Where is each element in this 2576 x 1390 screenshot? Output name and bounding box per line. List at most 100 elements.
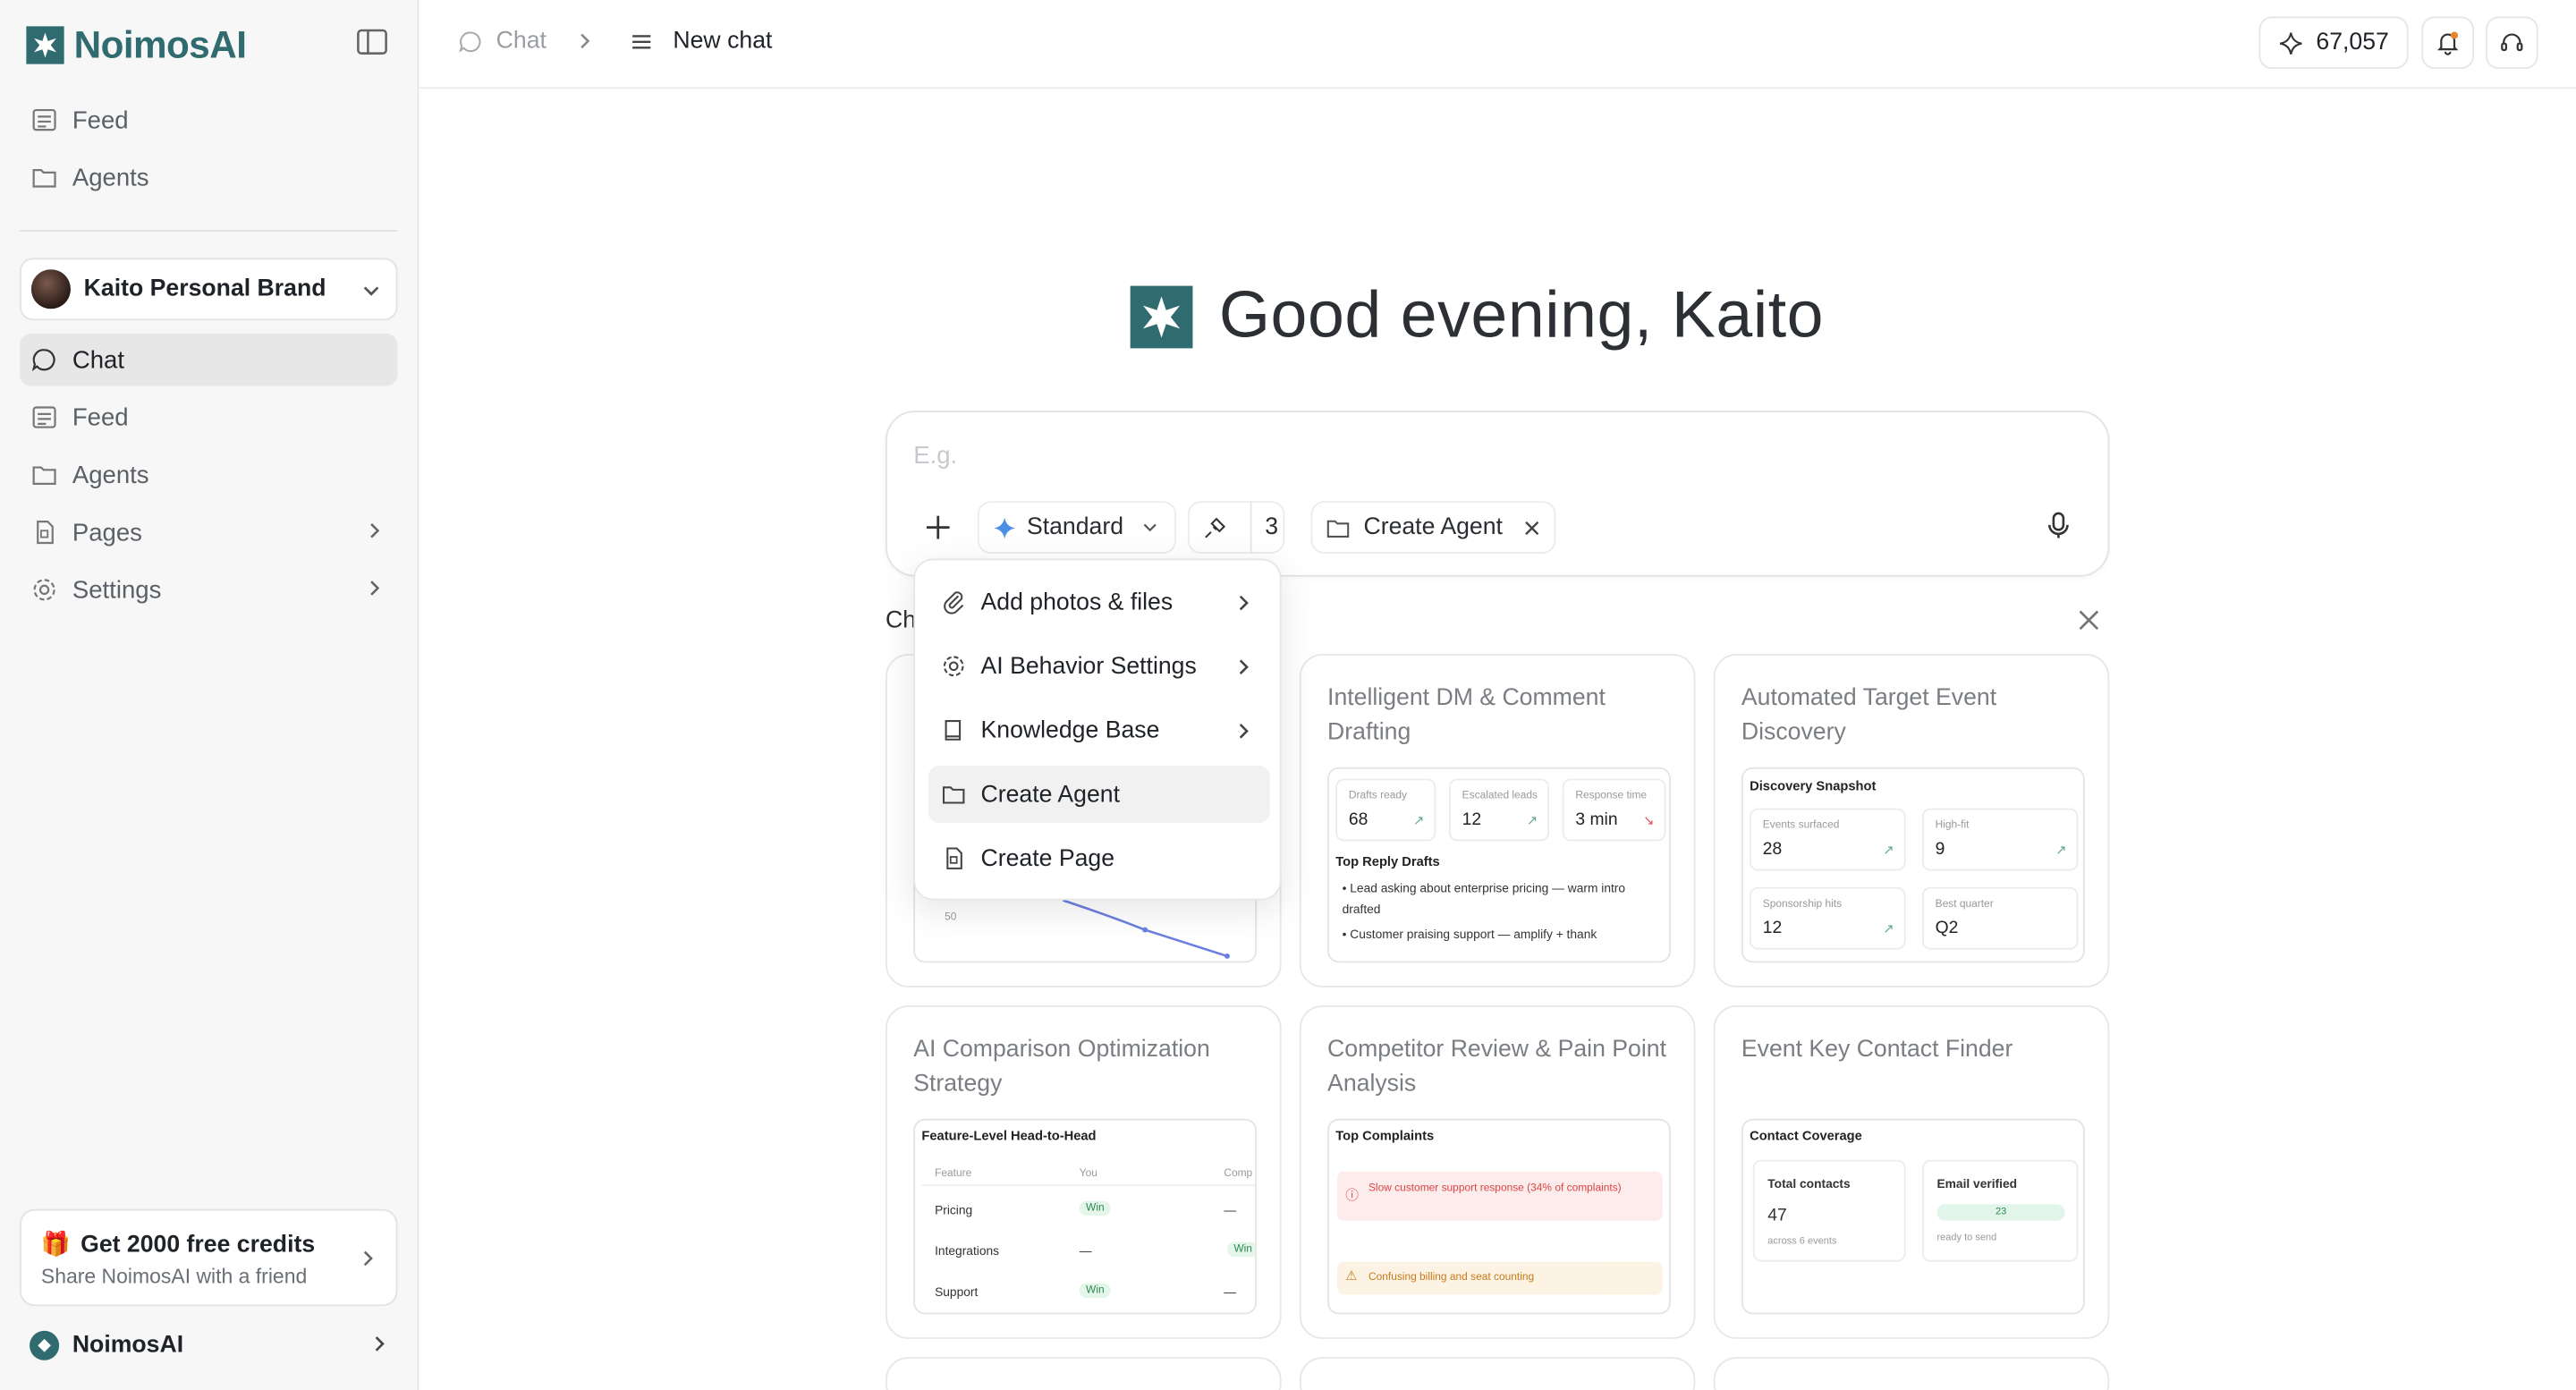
win-badge: Win bbox=[1079, 1200, 1111, 1216]
credits-button[interactable]: 67,057 bbox=[2258, 16, 2409, 70]
close-icon[interactable] bbox=[1522, 518, 1540, 536]
promo-card[interactable]: 🎁 Get 2000 free credits Share NoimosAI wi… bbox=[20, 1208, 398, 1307]
sidebar-item-agents[interactable]: Agents bbox=[20, 448, 397, 501]
sidebar-toggle-icon[interactable] bbox=[357, 28, 388, 55]
trend-up-icon: ↗ bbox=[1526, 813, 1538, 828]
credits-count: 67,057 bbox=[2316, 30, 2389, 56]
row-comp: — bbox=[1224, 1284, 1237, 1300]
notifications-button[interactable] bbox=[2421, 16, 2475, 70]
menu-item-add-files[interactable]: Add photos & files bbox=[928, 573, 1270, 631]
topbar: Chat New chat 67,057 bbox=[419, 0, 2576, 89]
trend-up-icon: ↗ bbox=[2055, 843, 2067, 858]
chat-composer[interactable]: E.g. Standard 3 Create Agent bbox=[885, 411, 2110, 577]
card-title: Automated Target Event Discovery bbox=[1741, 684, 1997, 746]
sidebar-divider bbox=[20, 230, 398, 232]
sidebar-item-label: Agents bbox=[72, 163, 149, 191]
suggestion-card[interactable] bbox=[1713, 1357, 2110, 1390]
suggestion-card[interactable]: Event Key Contact Finder Contact Coverag… bbox=[1713, 1005, 2110, 1339]
mode-label: Standard bbox=[1026, 513, 1124, 541]
kpi-note: ready to send bbox=[1936, 1233, 1997, 1244]
column-header: Feature bbox=[935, 1167, 972, 1180]
suggestion-card[interactable]: Automated Target Event Discovery Discove… bbox=[1713, 654, 2110, 987]
kpi-value: 12 bbox=[1462, 809, 1482, 830]
menu-item-knowledge-base[interactable]: Knowledge Base bbox=[928, 701, 1270, 759]
pages-icon bbox=[37, 521, 54, 545]
suggestion-card[interactable] bbox=[885, 1357, 1282, 1390]
breadcrumb-root[interactable]: Chat bbox=[496, 28, 547, 54]
preview-section-title: Contact Coverage bbox=[1750, 1128, 1862, 1144]
card-title: Intelligent DM & Comment Drafting bbox=[1327, 684, 1606, 746]
menu-item-ai-behavior[interactable]: AI Behavior Settings bbox=[928, 638, 1270, 695]
plus-icon[interactable] bbox=[920, 511, 956, 544]
sidebar-item-settings[interactable]: Settings bbox=[20, 564, 397, 616]
workspace-logo-icon bbox=[30, 1330, 60, 1360]
sidebar-item-label: Chat bbox=[72, 345, 125, 374]
bullet-text: Customer praising support — amplify + th… bbox=[1350, 926, 1597, 942]
menu-item-label: Add photos & files bbox=[980, 589, 1174, 615]
kpi-note: across 6 events bbox=[1767, 1237, 1837, 1248]
sidebar-item-feed-top[interactable]: Feed bbox=[20, 94, 397, 147]
preview-section-title: Feature-Level Head-to-Head bbox=[921, 1128, 1097, 1144]
chip-label: Create Agent bbox=[1363, 513, 1503, 541]
paperclip-icon bbox=[944, 591, 964, 614]
microphone-icon[interactable] bbox=[2046, 511, 2072, 540]
kpi-tile: High-fit 9 ↗ bbox=[1921, 808, 2079, 871]
chevron-right-icon bbox=[370, 522, 380, 538]
menu-item-create-agent[interactable]: Create Agent bbox=[928, 765, 1270, 824]
bell-icon bbox=[2436, 31, 2459, 55]
chevron-right-icon bbox=[1239, 659, 1249, 674]
card-preview: Feature-Level Head-to-Head Feature You C… bbox=[913, 1118, 1258, 1315]
row-feature: Support bbox=[935, 1284, 979, 1300]
chat-bubble-icon bbox=[31, 349, 55, 372]
menu-item-label: Create Agent bbox=[980, 781, 1120, 808]
card-preview: Drafts ready 68 ↗ Escalated leads 12 ↗ Respo… bbox=[1327, 767, 1671, 963]
tools-button[interactable]: 3 bbox=[1187, 501, 1285, 554]
suggestion-card[interactable] bbox=[1299, 1357, 1696, 1390]
close-icon[interactable] bbox=[2077, 608, 2102, 633]
kpi-label: Response time bbox=[1575, 790, 1648, 802]
kpi-value: 68 bbox=[1348, 809, 1368, 830]
kpi-label: Events surfaced bbox=[1762, 819, 1840, 832]
kpi-tile: Drafts ready 68 ↗ bbox=[1335, 778, 1436, 842]
bullet-item: • Lead asking about enterprise pricing —… bbox=[1342, 880, 1626, 917]
kpi-value: 28 bbox=[1762, 839, 1783, 860]
sidebar-item-label: Feed bbox=[72, 106, 129, 134]
kpi-label: Drafts ready bbox=[1348, 790, 1407, 802]
sidebar-item-label: Feed bbox=[72, 403, 129, 432]
card-title: Competitor Review & Pain Point Analysis bbox=[1327, 1036, 1667, 1098]
menu-item-create-page[interactable]: Create Page bbox=[928, 830, 1270, 887]
headset-icon bbox=[2501, 33, 2523, 52]
kpi-tile: Events surfaced 28 ↗ bbox=[1750, 808, 1906, 871]
workspace-switcher[interactable]: NoimosAI bbox=[30, 1327, 397, 1363]
kpi-value: 47 bbox=[1767, 1206, 1787, 1226]
brand-selector[interactable]: Kaito Personal Brand bbox=[20, 258, 398, 321]
preview-section-title: Discovery Snapshot bbox=[1750, 778, 1877, 794]
kpi-value: 9 bbox=[1935, 839, 1945, 860]
total-contacts-tile: Total contacts 47 across 6 events bbox=[1752, 1159, 1906, 1262]
complaint-item: ⚠ Confusing billing and seat counting bbox=[1337, 1261, 1663, 1295]
app-logo[interactable]: NoimosAI bbox=[26, 23, 247, 68]
sidebar-item-chat[interactable]: Chat bbox=[20, 333, 398, 386]
sidebar-item-label: Agents bbox=[72, 461, 149, 489]
support-button[interactable] bbox=[2485, 16, 2538, 70]
sparkle-icon bbox=[2279, 31, 2302, 55]
kpi-tile: Sponsorship hits 12 ↗ bbox=[1750, 886, 1906, 950]
sidebar-item-feed[interactable]: Feed bbox=[20, 391, 397, 444]
suggestion-card[interactable]: AI Comparison Optimization Strategy Feat… bbox=[885, 1005, 1282, 1339]
create-agent-chip[interactable]: Create Agent bbox=[1310, 501, 1556, 554]
chevron-down-icon bbox=[363, 286, 379, 296]
sidebar: NoimosAI Feed Agents Kaito Personal Bran… bbox=[0, 0, 419, 1390]
suggestion-card[interactable]: Intelligent DM & Comment Drafting Drafts… bbox=[1299, 654, 1696, 987]
row-feature: Pricing bbox=[935, 1202, 973, 1217]
sparkle-icon bbox=[994, 516, 1016, 538]
row-you: — bbox=[1079, 1243, 1092, 1259]
complaint-text: Confusing billing and seat counting bbox=[1368, 1271, 1535, 1284]
suggestion-card[interactable]: Competitor Review & Pain Point Analysis … bbox=[1299, 1005, 1696, 1339]
mode-selector[interactable]: Standard bbox=[977, 501, 1177, 554]
promo-subtitle: Share NoimosAI with a friend bbox=[40, 1265, 308, 1288]
card-preview: Top Complaints ⓘ Slow customer support r… bbox=[1327, 1118, 1671, 1315]
sidebar-item-agents-top[interactable]: Agents bbox=[20, 151, 397, 204]
greeting-text: Good evening, Kaito bbox=[1218, 279, 1825, 352]
sidebar-item-pages[interactable]: Pages bbox=[20, 506, 397, 559]
chat-input[interactable]: E.g. bbox=[913, 442, 957, 470]
